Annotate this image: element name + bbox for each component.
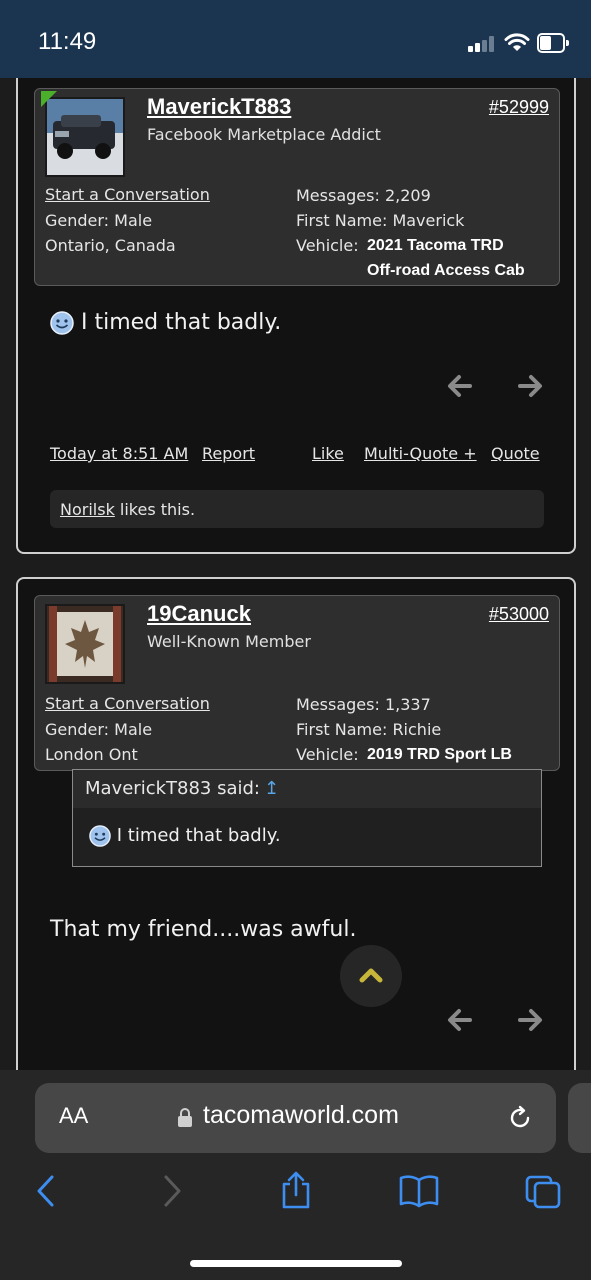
back-chevron-icon[interactable] — [34, 1174, 58, 1208]
quote-body: I timed that badly. — [89, 825, 281, 847]
quote-text: I timed that badly. — [116, 825, 281, 846]
vehicle-line-2: Off-road Access Cab — [367, 262, 525, 279]
quote-author: MaverickT883 said: — [85, 778, 260, 799]
start-conversation-link[interactable]: Start a Conversation — [45, 694, 210, 713]
quote-block: MaverickT883 said: ↥ I timed that badly. — [72, 769, 542, 867]
first-name-info: First Name: Maverick — [296, 211, 465, 230]
post: MaverickT883 Facebook Marketplace Addict… — [16, 78, 576, 554]
vehicle-label: Vehicle: — [296, 236, 359, 255]
scroll-to-top-button[interactable] — [340, 945, 402, 1007]
user-info-box: 19Canuck Well-Known Member #53000 Start … — [34, 595, 560, 771]
battery-icon — [537, 33, 569, 53]
smiley-icon — [50, 311, 74, 335]
gender-info: Gender: Male — [45, 211, 153, 230]
post-number-link[interactable]: #53000 — [489, 604, 549, 625]
reload-icon[interactable] — [507, 1105, 533, 1131]
cellular-signal-icon — [468, 36, 496, 52]
smiley-icon — [89, 825, 111, 847]
wifi-icon — [504, 33, 530, 51]
post-message: I timed that badly. — [50, 310, 281, 335]
forward-chevron-icon[interactable] — [160, 1174, 184, 1208]
gender-info: Gender: Male — [45, 720, 153, 739]
status-bar: 11:49 — [0, 0, 591, 78]
status-time: 11:49 — [38, 28, 97, 55]
user-info-box: MaverickT883 Facebook Marketplace Addict… — [34, 88, 560, 286]
post-number-link[interactable]: #52999 — [489, 97, 549, 118]
book-icon[interactable] — [398, 1174, 440, 1208]
tabs-icon[interactable] — [524, 1174, 564, 1210]
forum-thread[interactable]: MaverickT883 Facebook Marketplace Addict… — [0, 78, 591, 1070]
location-info: Ontario, Canada — [45, 236, 176, 255]
jump-to-quote-icon[interactable]: ↥ — [264, 778, 279, 799]
arrow-left-icon[interactable] — [446, 1008, 472, 1032]
likes-text: likes this. — [114, 500, 196, 519]
avatar[interactable] — [45, 97, 125, 177]
user-title: Well-Known Member — [147, 632, 311, 651]
address-bar[interactable]: AA tacomaworld.com — [35, 1083, 556, 1153]
home-indicator — [190, 1260, 402, 1267]
arrow-right-icon[interactable] — [518, 1008, 544, 1032]
share-icon[interactable] — [279, 1170, 313, 1210]
likes-summary: Norilsk likes this. — [50, 490, 544, 528]
post: 19Canuck Well-Known Member #53000 Start … — [16, 577, 576, 1070]
like-link[interactable]: Like — [312, 444, 344, 463]
username-link[interactable]: 19Canuck — [147, 601, 251, 627]
messages-count: Messages: 1,337 — [296, 695, 431, 714]
multi-quote-link[interactable]: Multi-Quote + — [364, 444, 477, 463]
quote-header: MaverickT883 said: ↥ — [73, 770, 541, 808]
next-tab-preview[interactable] — [568, 1083, 591, 1153]
post-message-text: I timed that badly. — [81, 310, 282, 335]
online-indicator — [41, 91, 57, 107]
reader-settings-button[interactable]: AA — [59, 1103, 88, 1129]
avatar[interactable] — [45, 604, 125, 684]
report-link[interactable]: Report — [202, 444, 255, 463]
user-title: Facebook Marketplace Addict — [147, 125, 381, 144]
arrow-left-icon[interactable] — [446, 374, 472, 398]
vehicle-label: Vehicle: — [296, 745, 359, 764]
lock-icon — [178, 1108, 192, 1127]
start-conversation-link[interactable]: Start a Conversation — [45, 185, 210, 204]
chevron-up-icon — [359, 968, 383, 983]
browser-toolbar: AA tacomaworld.com — [0, 1070, 591, 1280]
post-message-text: That my friend....was awful. — [50, 917, 357, 942]
first-name-info: First Name: Richie — [296, 720, 442, 739]
quote-link[interactable]: Quote — [491, 444, 540, 463]
url-text[interactable]: tacomaworld.com — [203, 1101, 399, 1130]
username-link[interactable]: MaverickT883 — [147, 94, 291, 120]
arrow-right-icon[interactable] — [518, 374, 544, 398]
location-info: London Ont — [45, 745, 138, 764]
liker-link[interactable]: Norilsk — [60, 500, 115, 519]
messages-count: Messages: 2,209 — [296, 186, 431, 205]
vehicle-line-1: 2021 Tacoma TRD — [367, 237, 504, 254]
vehicle-line-1: 2019 TRD Sport LB — [367, 746, 512, 763]
post-time-link[interactable]: Today at 8:51 AM — [50, 444, 188, 463]
